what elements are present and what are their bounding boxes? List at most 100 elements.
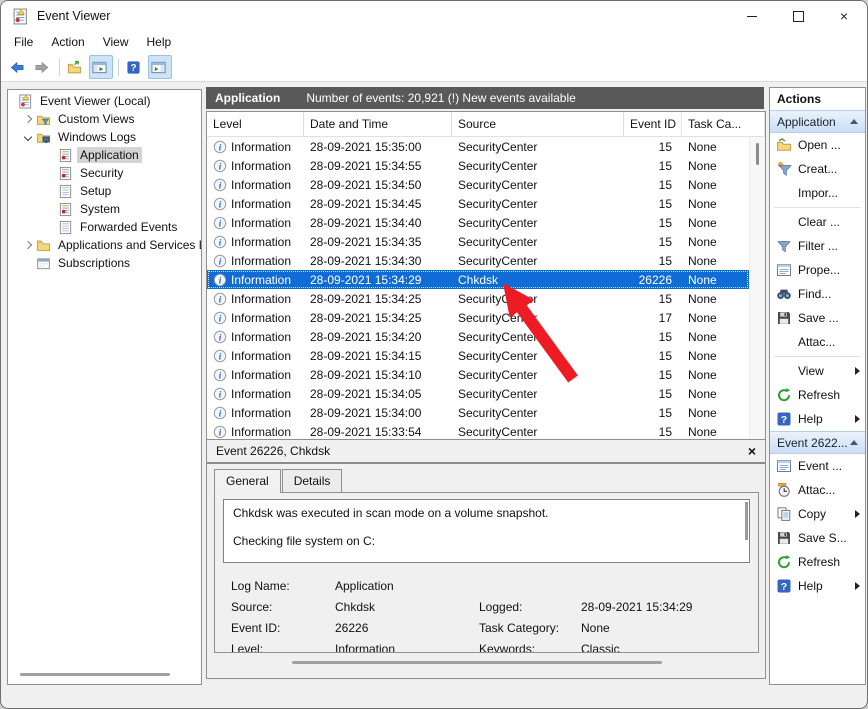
tree-item-windows-logs[interactable]: Windows Logs bbox=[8, 128, 201, 146]
action-refresh[interactable]: Refresh bbox=[770, 550, 865, 574]
event-row[interactable]: iInformation28-09-2021 15:34:30SecurityC… bbox=[207, 251, 749, 270]
action-impor[interactable]: Impor... bbox=[770, 181, 865, 205]
action-label: Save S... bbox=[798, 531, 847, 545]
actions-section-header[interactable]: Application bbox=[770, 110, 865, 133]
tree-item-subscriptions[interactable]: Subscriptions bbox=[8, 254, 201, 272]
close-button[interactable]: × bbox=[821, 1, 867, 31]
maximize-button[interactable] bbox=[775, 1, 821, 31]
action-help[interactable]: ?Help bbox=[770, 407, 865, 431]
action-refresh[interactable]: Refresh bbox=[770, 383, 865, 407]
column-header[interactable]: Task Ca... bbox=[682, 112, 765, 136]
close-icon: × bbox=[840, 8, 848, 24]
detail-close-icon[interactable]: × bbox=[748, 444, 756, 458]
console-tree-icon bbox=[92, 60, 107, 75]
action-save-s[interactable]: Save S... bbox=[770, 526, 865, 550]
event-row[interactable]: iInformation28-09-2021 15:34:15SecurityC… bbox=[207, 346, 749, 365]
action-open[interactable]: Open ... bbox=[770, 133, 865, 157]
action-clear[interactable]: Clear ... bbox=[770, 210, 865, 234]
action-save[interactable]: Save ... bbox=[770, 306, 865, 330]
tree-horizontal-scrollbar[interactable] bbox=[20, 673, 170, 676]
toolbar-open-saved-log-button[interactable] bbox=[65, 56, 87, 78]
action-attac[interactable]: Attac... bbox=[770, 330, 865, 354]
action-event[interactable]: Event ... bbox=[770, 454, 865, 478]
toolbar-console-tree-button[interactable] bbox=[89, 55, 113, 79]
column-header[interactable]: Source bbox=[452, 112, 624, 136]
toolbar-forward-arrow-button[interactable] bbox=[32, 56, 54, 78]
tab-general[interactable]: General bbox=[214, 469, 281, 493]
event-row[interactable]: iInformation28-09-2021 15:34:29Chkdsk262… bbox=[207, 270, 749, 289]
minimize-button[interactable] bbox=[729, 1, 775, 31]
tree-item-event-viewer-local-[interactable]: Event Viewer (Local) bbox=[8, 92, 201, 110]
folder-monitor-icon bbox=[36, 130, 51, 145]
action-view[interactable]: View bbox=[770, 359, 865, 383]
tree-item-application[interactable]: Application bbox=[8, 146, 201, 164]
menu-help[interactable]: Help bbox=[138, 32, 181, 52]
menu-file[interactable]: File bbox=[5, 32, 42, 52]
event-row[interactable]: iInformation28-09-2021 15:34:25SecurityC… bbox=[207, 289, 749, 308]
tree-item-applications-and-services-lo[interactable]: Applications and Services Lo bbox=[8, 236, 201, 254]
info-icon: i bbox=[213, 197, 227, 211]
tree-item-system[interactable]: System bbox=[8, 200, 201, 218]
event-row[interactable]: iInformation28-09-2021 15:34:55SecurityC… bbox=[207, 156, 749, 175]
help-icon: ? bbox=[776, 578, 792, 594]
event-detail-pane: Event 26226, Chkdsk × GeneralDetails Chk… bbox=[206, 439, 766, 679]
column-header[interactable]: Date and Time bbox=[304, 112, 452, 136]
action-creat[interactable]: Creat... bbox=[770, 157, 865, 181]
event-source: SecurityCenter bbox=[452, 406, 624, 420]
submenu-arrow-icon bbox=[855, 582, 860, 590]
event-row[interactable]: iInformation28-09-2021 15:35:00SecurityC… bbox=[207, 137, 749, 156]
event-row[interactable]: iInformation28-09-2021 15:33:54SecurityC… bbox=[207, 422, 749, 439]
tree-item-forwarded-events[interactable]: Forwarded Events bbox=[8, 218, 201, 236]
tree-item-label: Event Viewer (Local) bbox=[37, 93, 154, 109]
tab-details[interactable]: Details bbox=[282, 469, 343, 492]
action-help[interactable]: ?Help bbox=[770, 574, 865, 598]
event-source: SecurityCenter bbox=[452, 197, 624, 211]
menu-view[interactable]: View bbox=[94, 32, 138, 52]
event-row[interactable]: iInformation28-09-2021 15:34:10SecurityC… bbox=[207, 365, 749, 384]
event-source: SecurityCenter bbox=[452, 216, 624, 230]
tree-item-security[interactable]: Security bbox=[8, 164, 201, 182]
event-id: 15 bbox=[624, 216, 682, 230]
event-source: SecurityCenter bbox=[452, 368, 624, 382]
table-vertical-scrollbar[interactable] bbox=[749, 137, 765, 439]
doc-icon bbox=[58, 184, 73, 199]
action-filter[interactable]: Filter ... bbox=[770, 234, 865, 258]
toolbar-back-arrow-button[interactable] bbox=[8, 56, 30, 78]
toolbar-action-pane-button[interactable] bbox=[148, 55, 172, 79]
svg-text:?: ? bbox=[130, 63, 136, 74]
event-row[interactable]: iInformation28-09-2021 15:34:25SecurityC… bbox=[207, 308, 749, 327]
field-value: Information bbox=[335, 642, 479, 654]
chevron-collapsed-icon[interactable] bbox=[20, 242, 36, 248]
message-scrollbar-thumb[interactable] bbox=[745, 502, 748, 540]
chevron-expanded-icon[interactable] bbox=[20, 134, 36, 140]
action-find[interactable]: Find... bbox=[770, 282, 865, 306]
event-row[interactable]: iInformation28-09-2021 15:34:45SecurityC… bbox=[207, 194, 749, 213]
event-viewer-window: Event Viewer × FileActionViewHelp ? Even… bbox=[0, 0, 868, 709]
event-row[interactable]: iInformation28-09-2021 15:34:50SecurityC… bbox=[207, 175, 749, 194]
chevron-collapsed-icon[interactable] bbox=[20, 116, 36, 122]
collapse-caret-icon bbox=[850, 440, 858, 445]
action-attac[interactable]: Attac... bbox=[770, 478, 865, 502]
event-task-category: None bbox=[682, 273, 749, 287]
field-value: None bbox=[581, 621, 750, 635]
event-row[interactable]: iInformation28-09-2021 15:34:05SecurityC… bbox=[207, 384, 749, 403]
event-row[interactable]: iInformation28-09-2021 15:34:35SecurityC… bbox=[207, 232, 749, 251]
actions-section-header[interactable]: Event 2622... bbox=[770, 431, 865, 454]
back-arrow-icon bbox=[10, 60, 25, 75]
tree-item-setup[interactable]: Setup bbox=[8, 182, 201, 200]
actions-separator bbox=[774, 356, 861, 357]
detail-horizontal-scrollbar[interactable] bbox=[292, 661, 662, 664]
scrollbar-thumb[interactable] bbox=[756, 143, 759, 165]
event-message-box[interactable]: Chkdsk was executed in scan mode on a vo… bbox=[223, 499, 750, 563]
menu-action[interactable]: Action bbox=[42, 32, 93, 52]
action-prope[interactable]: Prope... bbox=[770, 258, 865, 282]
column-header[interactable]: Event ID bbox=[624, 112, 682, 136]
toolbar-help-button[interactable]: ? bbox=[124, 56, 146, 78]
action-copy[interactable]: Copy bbox=[770, 502, 865, 526]
tree-item-custom-views[interactable]: Custom Views bbox=[8, 110, 201, 128]
column-header[interactable]: Level bbox=[207, 112, 304, 136]
event-row[interactable]: iInformation28-09-2021 15:34:40SecurityC… bbox=[207, 213, 749, 232]
event-row[interactable]: iInformation28-09-2021 15:34:00SecurityC… bbox=[207, 403, 749, 422]
event-row[interactable]: iInformation28-09-2021 15:34:20SecurityC… bbox=[207, 327, 749, 346]
find-icon bbox=[776, 286, 792, 302]
